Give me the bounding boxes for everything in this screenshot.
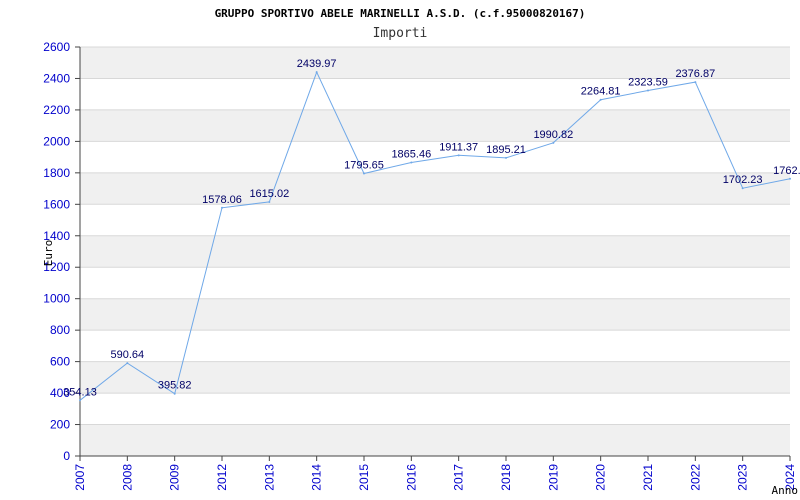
data-label: 1911.37 (439, 141, 478, 153)
x-tick-label: 2022 (688, 464, 702, 491)
data-label: 1702.23 (723, 174, 763, 186)
x-tick-labels: 2007 2008 2009 2012 2013 2014 2015 2016 2017 2018… (73, 456, 797, 491)
y-tick-label: 800 (50, 323, 70, 337)
x-tick-label: 2023 (736, 464, 750, 491)
y-tick-label: 600 (50, 355, 70, 369)
data-point (363, 172, 365, 175)
grid-band (80, 109, 790, 142)
data-point (789, 177, 791, 180)
data-label: 2264.81 (581, 86, 621, 98)
x-axis-label: Anno (772, 484, 799, 497)
y-tick-label: 2400 (43, 71, 70, 85)
data-label: 1865.46 (391, 149, 431, 161)
data-label: 1762.3 (773, 165, 800, 177)
data-label: 354.13 (63, 386, 97, 398)
data-label: 1895.21 (486, 144, 526, 156)
x-tick-label: 2018 (499, 464, 513, 491)
y-tick-label: 1800 (43, 166, 70, 180)
y-tick-label: 200 (50, 418, 70, 432)
data-point (221, 206, 223, 209)
x-tick-label: 2008 (120, 464, 134, 491)
data-labels: 354.13 590.64 395.82 1578.06 1615.02 2439.97 1… (63, 58, 800, 398)
data-label: 1578.06 (202, 194, 242, 206)
data-label: 1795.65 (344, 160, 384, 172)
data-point (599, 98, 602, 101)
y-tick-label: 0 (63, 449, 70, 463)
x-tick-label: 2016 (404, 464, 418, 491)
x-tick-label: 2013 (262, 464, 276, 491)
data-point (552, 141, 555, 144)
data-label: 590.64 (111, 349, 145, 361)
y-tick-label: 1000 (43, 292, 70, 306)
x-tick-label: 2009 (168, 464, 182, 491)
data-label: 2323.59 (628, 76, 668, 88)
data-point (79, 399, 81, 402)
line-chart: GRUPPO SPORTIVO ABELE MARINELLI A.S.D. (… (42, 7, 800, 497)
chart-subtitle: Importi (373, 26, 428, 41)
data-point (268, 200, 271, 203)
x-tick-label: 2014 (310, 464, 324, 491)
data-point (410, 161, 413, 164)
x-tick-label: 2012 (215, 464, 229, 491)
x-tick-label: 2015 (357, 464, 371, 491)
grid-bands (80, 47, 790, 456)
grid-band (80, 235, 790, 268)
grid-band (80, 298, 790, 331)
data-point (647, 89, 649, 92)
y-tick-label: 2600 (43, 40, 70, 54)
x-tick-label: 2019 (546, 464, 560, 491)
data-point (694, 81, 697, 84)
data-point (126, 362, 129, 365)
data-label: 2376.87 (675, 68, 715, 80)
y-tick-label: 1600 (43, 197, 70, 211)
y-tick-label: 2200 (43, 103, 70, 117)
y-axis-label: Euro (42, 240, 55, 267)
x-tick-label: 2020 (594, 464, 608, 491)
data-point (315, 71, 318, 74)
data-point (457, 154, 460, 157)
data-label: 1990.82 (533, 129, 573, 141)
chart-title: GRUPPO SPORTIVO ABELE MARINELLI A.S.D. (… (215, 7, 586, 20)
y-tick-label: 2000 (43, 134, 70, 148)
data-label: 2439.97 (297, 58, 337, 70)
x-tick-label: 2007 (73, 464, 87, 491)
grid-band (80, 424, 790, 456)
data-label: 395.82 (158, 380, 192, 392)
data-label: 1615.02 (249, 188, 289, 200)
x-tick-label: 2021 (641, 464, 655, 491)
data-point (173, 392, 176, 395)
data-point (741, 187, 744, 190)
grid-band (80, 172, 790, 205)
data-point (505, 156, 507, 159)
x-tick-label: 2017 (452, 464, 466, 491)
